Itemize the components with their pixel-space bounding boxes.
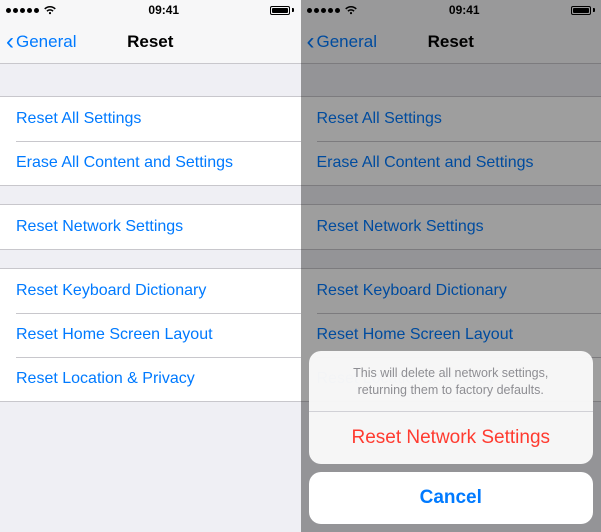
- screen-reset-list: 09:41 ‹ General Reset Reset All Settings…: [0, 0, 301, 532]
- cancel-button[interactable]: Cancel: [309, 472, 594, 524]
- row-reset-all-settings[interactable]: Reset All Settings: [0, 97, 301, 141]
- row-reset-network-settings[interactable]: Reset Network Settings: [0, 205, 301, 249]
- action-sheet-card: This will delete all network settings, r…: [309, 351, 594, 464]
- action-sheet-cancel-card: Cancel: [309, 472, 594, 524]
- signal-dots-icon: [6, 8, 39, 13]
- status-left: [6, 5, 57, 15]
- wifi-icon: [43, 5, 57, 15]
- group-network: Reset Network Settings: [0, 204, 301, 250]
- side-by-side-container: 09:41 ‹ General Reset Reset All Settings…: [0, 0, 601, 532]
- action-sheet: This will delete all network settings, r…: [309, 351, 594, 524]
- back-label: General: [16, 32, 76, 52]
- row-reset-home-screen-layout[interactable]: Reset Home Screen Layout: [0, 313, 301, 357]
- action-sheet-message: This will delete all network settings, r…: [309, 351, 594, 412]
- group-general-reset: Reset All Settings Erase All Content and…: [0, 96, 301, 186]
- status-bar: 09:41: [0, 0, 301, 20]
- status-right: [270, 6, 294, 15]
- row-erase-all-content[interactable]: Erase All Content and Settings: [0, 141, 301, 185]
- back-button[interactable]: ‹ General: [0, 30, 76, 54]
- group-other: Reset Keyboard Dictionary Reset Home Scr…: [0, 268, 301, 402]
- row-reset-location-privacy[interactable]: Reset Location & Privacy: [0, 357, 301, 401]
- battery-icon: [270, 6, 294, 15]
- confirm-reset-network-button[interactable]: Reset Network Settings: [309, 412, 594, 464]
- screen-reset-confirm: 09:41 ‹ General Reset Reset All Settings…: [301, 0, 601, 532]
- status-time: 09:41: [148, 3, 179, 17]
- nav-bar: ‹ General Reset: [0, 20, 301, 64]
- chevron-left-icon: ‹: [6, 30, 14, 54]
- row-reset-keyboard-dictionary[interactable]: Reset Keyboard Dictionary: [0, 269, 301, 313]
